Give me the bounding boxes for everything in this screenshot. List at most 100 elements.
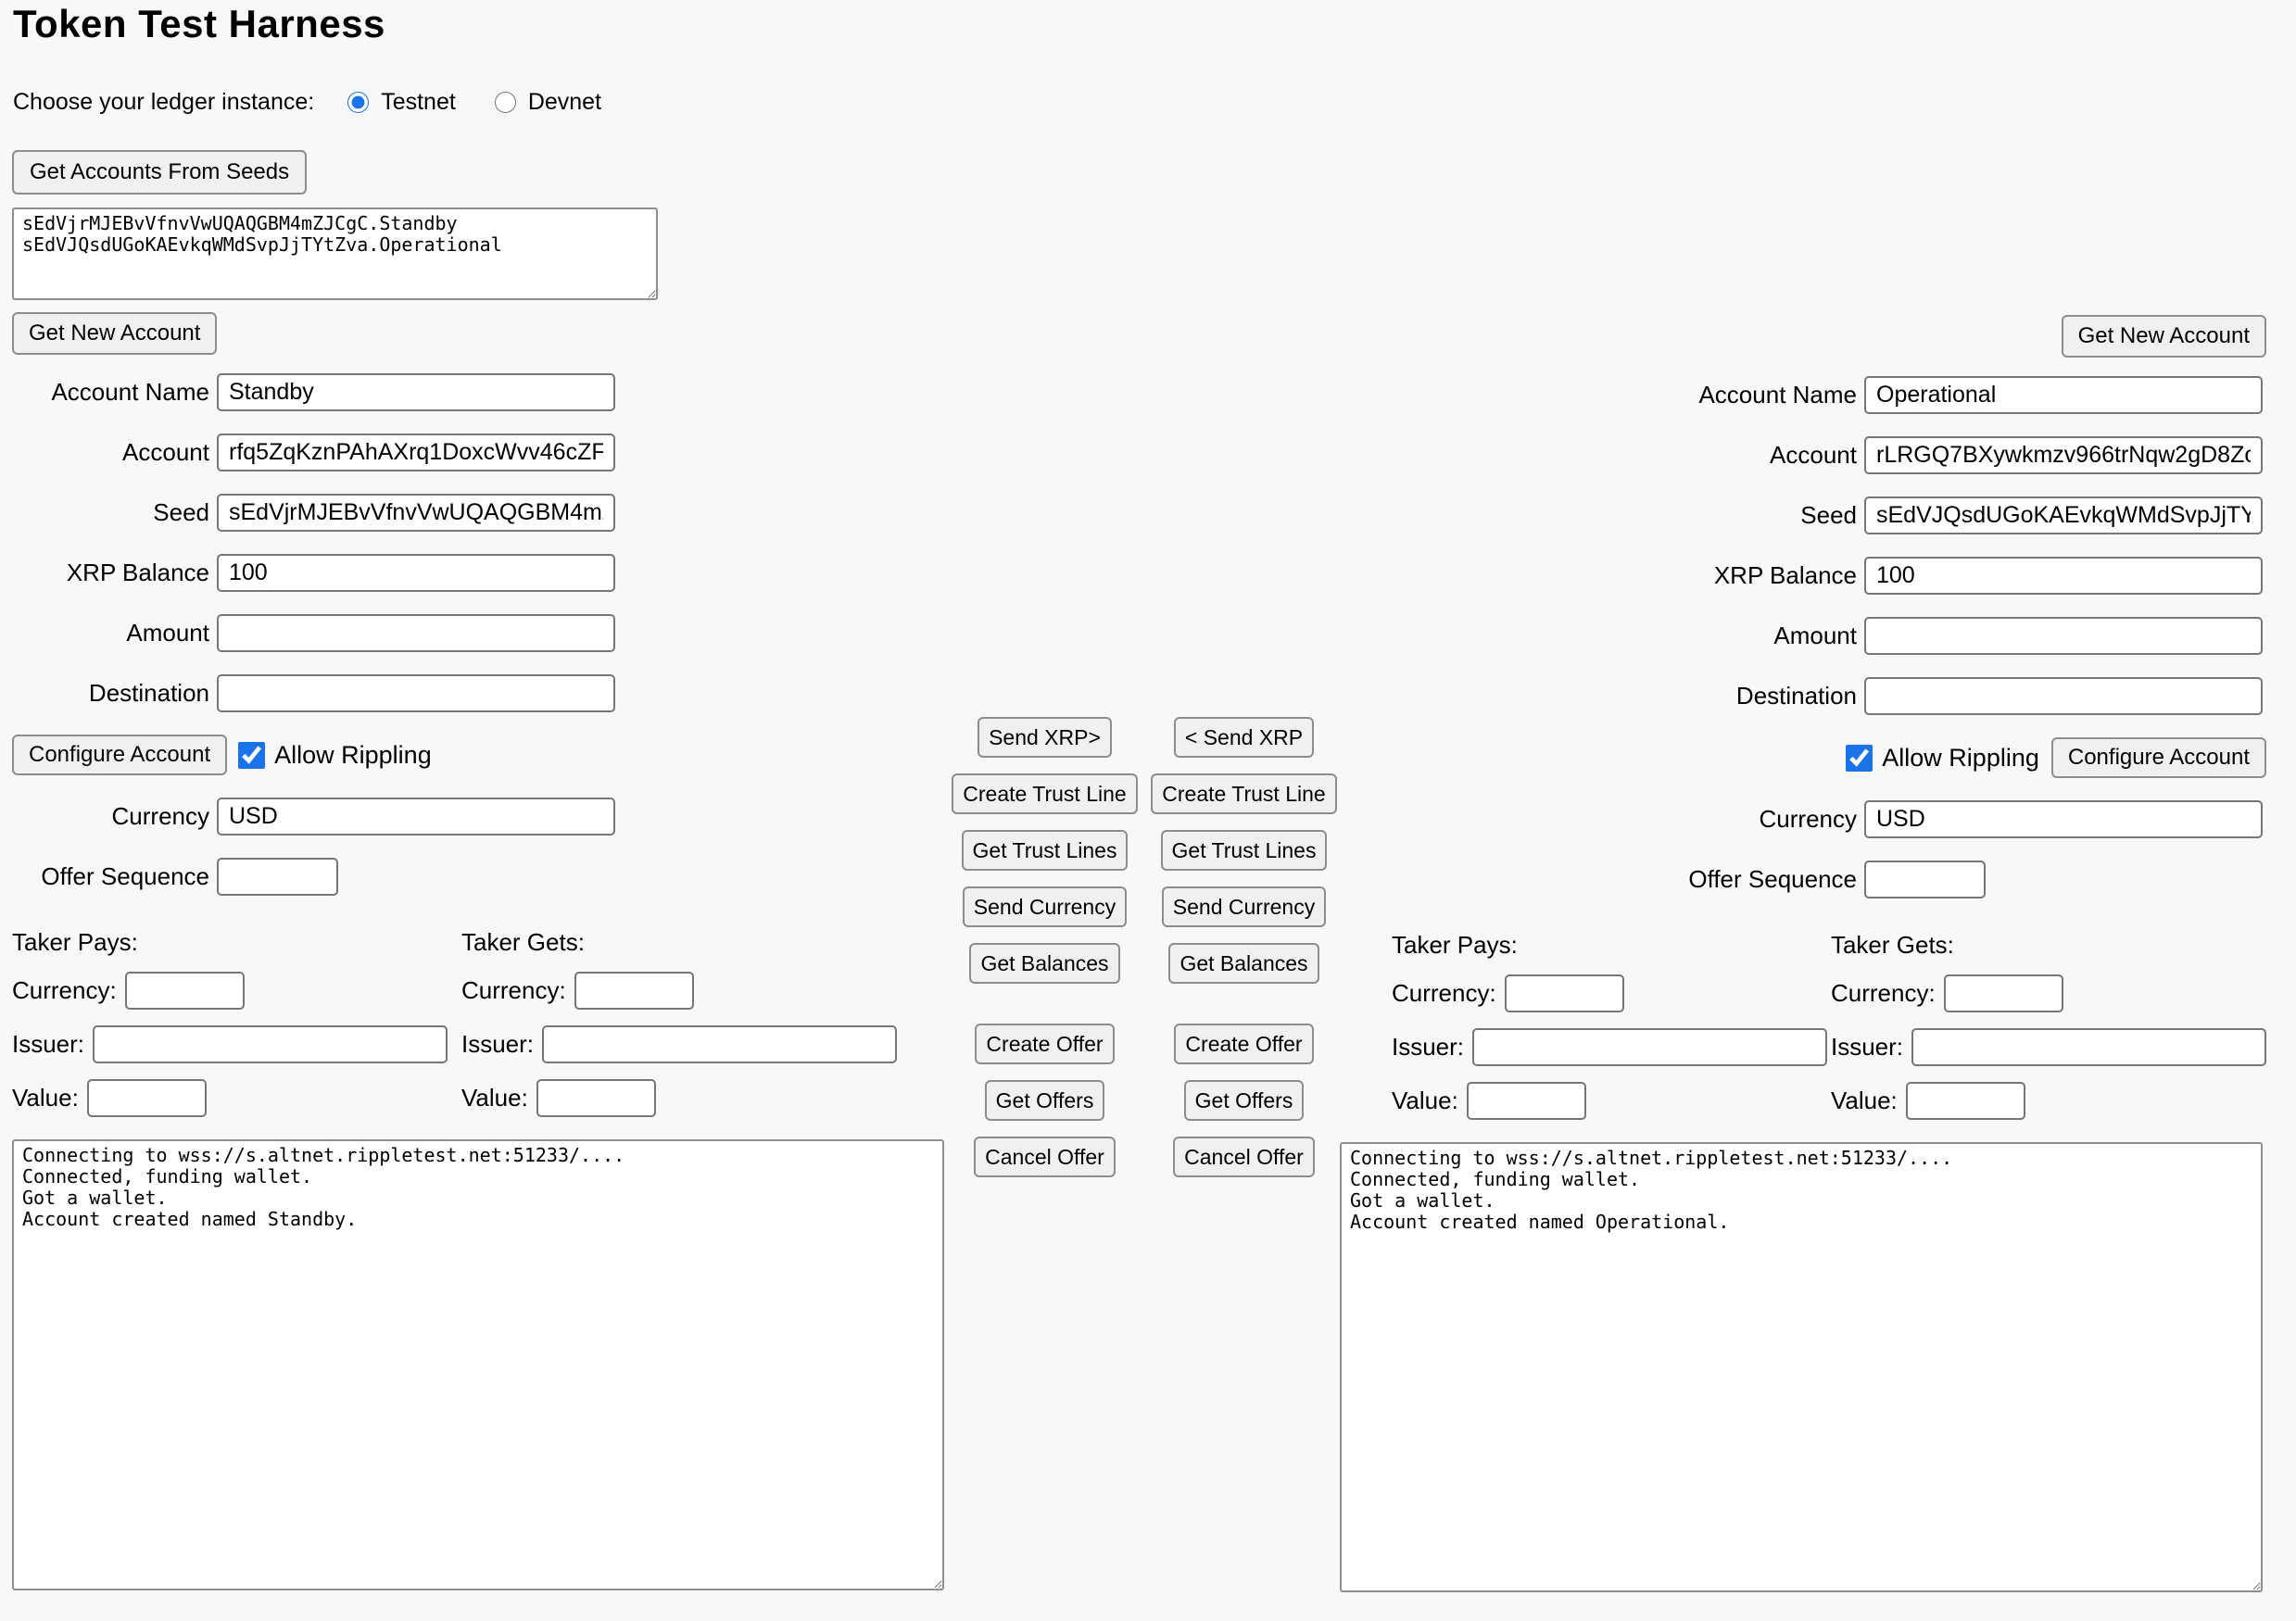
operational-taker-gets-value-input[interactable] xyxy=(1906,1082,2025,1120)
standby-configure-account-button[interactable]: Configure Account xyxy=(12,735,227,775)
allow-rippling-label: Allow Rippling xyxy=(1882,744,2039,773)
standby-account-panel: Get New Account Account Name Account See… xyxy=(12,312,948,1595)
operational-get-new-account-button[interactable]: Get New Account xyxy=(2062,315,2266,358)
standby-offer-sequence-row: Offer Sequence xyxy=(12,858,948,896)
operational-offer-sequence-input[interactable] xyxy=(1864,861,1986,898)
standby-get-balances-button[interactable]: Get Balances xyxy=(969,943,1119,984)
taker-issuer-label: Issuer: xyxy=(1392,1033,1464,1062)
standby-taker-pays-value-input[interactable] xyxy=(87,1079,207,1117)
operational-results-log[interactable]: Connecting to wss://s.altnet.rippletest.… xyxy=(1340,1142,2263,1592)
operational-configure-account-button[interactable]: Configure Account xyxy=(2051,737,2266,778)
taker-value-label: Value: xyxy=(461,1084,528,1112)
taker-value-label: Value: xyxy=(12,1084,79,1112)
standby-taker-pays-currency-row: Currency: xyxy=(12,972,245,1010)
standby-send-xrp-button[interactable]: Send XRP> xyxy=(978,717,1112,758)
standby-seed-input[interactable] xyxy=(217,494,615,532)
standby-taker-gets-currency-input[interactable] xyxy=(574,972,694,1010)
taker-gets-heading: Taker Gets: xyxy=(1831,931,1954,959)
standby-xrp-balance-row: XRP Balance xyxy=(12,554,948,592)
devnet-radio[interactable] xyxy=(495,92,516,113)
operational-send-xrp-button[interactable]: < Send XRP xyxy=(1174,717,1314,758)
operational-taker-gets-currency-input[interactable] xyxy=(1944,974,2063,1012)
operational-taker-pays-currency-input[interactable] xyxy=(1505,974,1624,1012)
get-accounts-from-seeds-button[interactable]: Get Accounts From Seeds xyxy=(12,150,307,195)
standby-results-log[interactable]: Connecting to wss://s.altnet.rippletest.… xyxy=(12,1139,944,1590)
account-label: Account xyxy=(1340,441,1857,470)
ledger-option-devnet[interactable]: Devnet xyxy=(495,89,601,116)
operational-taker-pays-value-input[interactable] xyxy=(1467,1082,1586,1120)
standby-create-trust-line-button[interactable]: Create Trust Line xyxy=(952,773,1137,814)
ledger-instance-row: Choose your ledger instance: Testnet Dev… xyxy=(13,89,640,116)
xrp-balance-label: XRP Balance xyxy=(12,559,209,587)
operational-account-input[interactable] xyxy=(1864,436,2263,474)
operational-taker-gets-currency-row: Currency: xyxy=(1831,974,2063,1012)
xrp-balance-label: XRP Balance xyxy=(1340,561,1857,590)
operational-taker-gets-issuer-input[interactable] xyxy=(1911,1028,2266,1066)
offer-sequence-label: Offer Sequence xyxy=(1340,865,1857,894)
taker-currency-label: Currency: xyxy=(12,976,117,1005)
operational-account-name-input[interactable] xyxy=(1864,376,2263,414)
standby-taker-pays-block: Taker Pays: Currency: Issuer: Value: xyxy=(12,928,461,1117)
operational-send-currency-button[interactable]: Send Currency xyxy=(1162,886,1326,927)
operational-currency-row: Currency xyxy=(1340,800,2266,838)
standby-get-new-account-button[interactable]: Get New Account xyxy=(12,312,217,355)
standby-cancel-offer-button[interactable]: Cancel Offer xyxy=(974,1137,1116,1177)
operational-account-panel: Get New Account Account Name Account See… xyxy=(1340,315,2266,1597)
taker-issuer-label: Issuer: xyxy=(12,1030,84,1059)
standby-destination-input[interactable] xyxy=(217,674,615,712)
operational-get-offers-button[interactable]: Get Offers xyxy=(1184,1080,1305,1121)
standby-currency-input[interactable] xyxy=(217,798,615,836)
standby-create-offer-button[interactable]: Create Offer xyxy=(975,1024,1114,1064)
standby-amount-row: Amount xyxy=(12,614,948,652)
standby-send-currency-button[interactable]: Send Currency xyxy=(963,886,1127,927)
amount-label: Amount xyxy=(1340,622,1857,650)
account-name-label: Account Name xyxy=(1340,381,1857,409)
standby-xrp-balance-input[interactable] xyxy=(217,554,615,592)
operational-taker-pays-block: Taker Pays: Currency: Issuer: Value: xyxy=(1392,931,1831,1120)
operational-currency-input[interactable] xyxy=(1864,800,2263,838)
standby-get-trust-lines-button[interactable]: Get Trust Lines xyxy=(962,830,1129,871)
standby-taker-pays-issuer-input[interactable] xyxy=(93,1025,448,1063)
operational-destination-input[interactable] xyxy=(1864,677,2263,715)
operational-cancel-offer-button[interactable]: Cancel Offer xyxy=(1173,1137,1315,1177)
ledger-option-testnet[interactable]: Testnet xyxy=(347,89,456,116)
operational-allow-rippling-checkbox[interactable] xyxy=(1846,745,1873,772)
operational-taker-gets-block: Taker Gets: Currency: Issuer: Value: xyxy=(1831,931,2266,1120)
standby-account-name-input[interactable] xyxy=(217,373,615,411)
operational-create-trust-line-button[interactable]: Create Trust Line xyxy=(1151,773,1336,814)
operational-taker-pays-currency-row: Currency: xyxy=(1392,974,1624,1012)
standby-configure-row: Configure Account Allow Rippling xyxy=(12,735,948,775)
standby-account-input[interactable] xyxy=(217,434,615,471)
operational-xrp-balance-input[interactable] xyxy=(1864,557,2263,595)
operational-amount-input[interactable] xyxy=(1864,617,2263,655)
operational-amount-row: Amount xyxy=(1340,617,2266,655)
taker-currency-label: Currency: xyxy=(461,976,566,1005)
operational-get-balances-button[interactable]: Get Balances xyxy=(1168,943,1318,984)
standby-offer-sequence-input[interactable] xyxy=(217,858,338,896)
operational-taker-pays-issuer-input[interactable] xyxy=(1472,1028,1827,1066)
testnet-radio-label: Testnet xyxy=(381,89,456,116)
ledger-instance-label: Choose your ledger instance: xyxy=(13,89,314,116)
operational-get-trust-lines-button[interactable]: Get Trust Lines xyxy=(1161,830,1328,871)
testnet-radio[interactable] xyxy=(347,92,369,113)
operational-account-name-row: Account Name xyxy=(1340,376,2266,414)
standby-taker-pays-issuer-row: Issuer: xyxy=(12,1025,448,1063)
standby-seed-row: Seed xyxy=(12,494,948,532)
standby-taker-gets-issuer-input[interactable] xyxy=(542,1025,897,1063)
amount-label: Amount xyxy=(12,619,209,647)
command-column: Send XRP> Create Trust Line Get Trust Li… xyxy=(945,717,1344,1177)
standby-amount-input[interactable] xyxy=(217,614,615,652)
standby-get-offers-button[interactable]: Get Offers xyxy=(985,1080,1105,1121)
standby-taker-gets-value-input[interactable] xyxy=(536,1079,656,1117)
seeds-textarea[interactable]: sEdVjrMJEBvVfnvVwUQAQGBM4mZJCgC.Standby … xyxy=(12,207,658,300)
devnet-radio-label: Devnet xyxy=(528,89,601,116)
operational-xrp-balance-row: XRP Balance xyxy=(1340,557,2266,595)
operational-seed-input[interactable] xyxy=(1864,496,2263,534)
standby-allow-rippling-checkbox[interactable] xyxy=(238,742,265,769)
standby-taker-pays-currency-input[interactable] xyxy=(125,972,245,1010)
taker-pays-heading: Taker Pays: xyxy=(12,928,138,956)
operational-create-offer-button[interactable]: Create Offer xyxy=(1174,1024,1313,1064)
operational-taker-gets-value-row: Value: xyxy=(1831,1082,2025,1120)
operational-taker-pays-issuer-row: Issuer: xyxy=(1392,1028,1827,1066)
operational-taker-section: Taker Pays: Currency: Issuer: Value: Tak… xyxy=(1392,931,2266,1120)
